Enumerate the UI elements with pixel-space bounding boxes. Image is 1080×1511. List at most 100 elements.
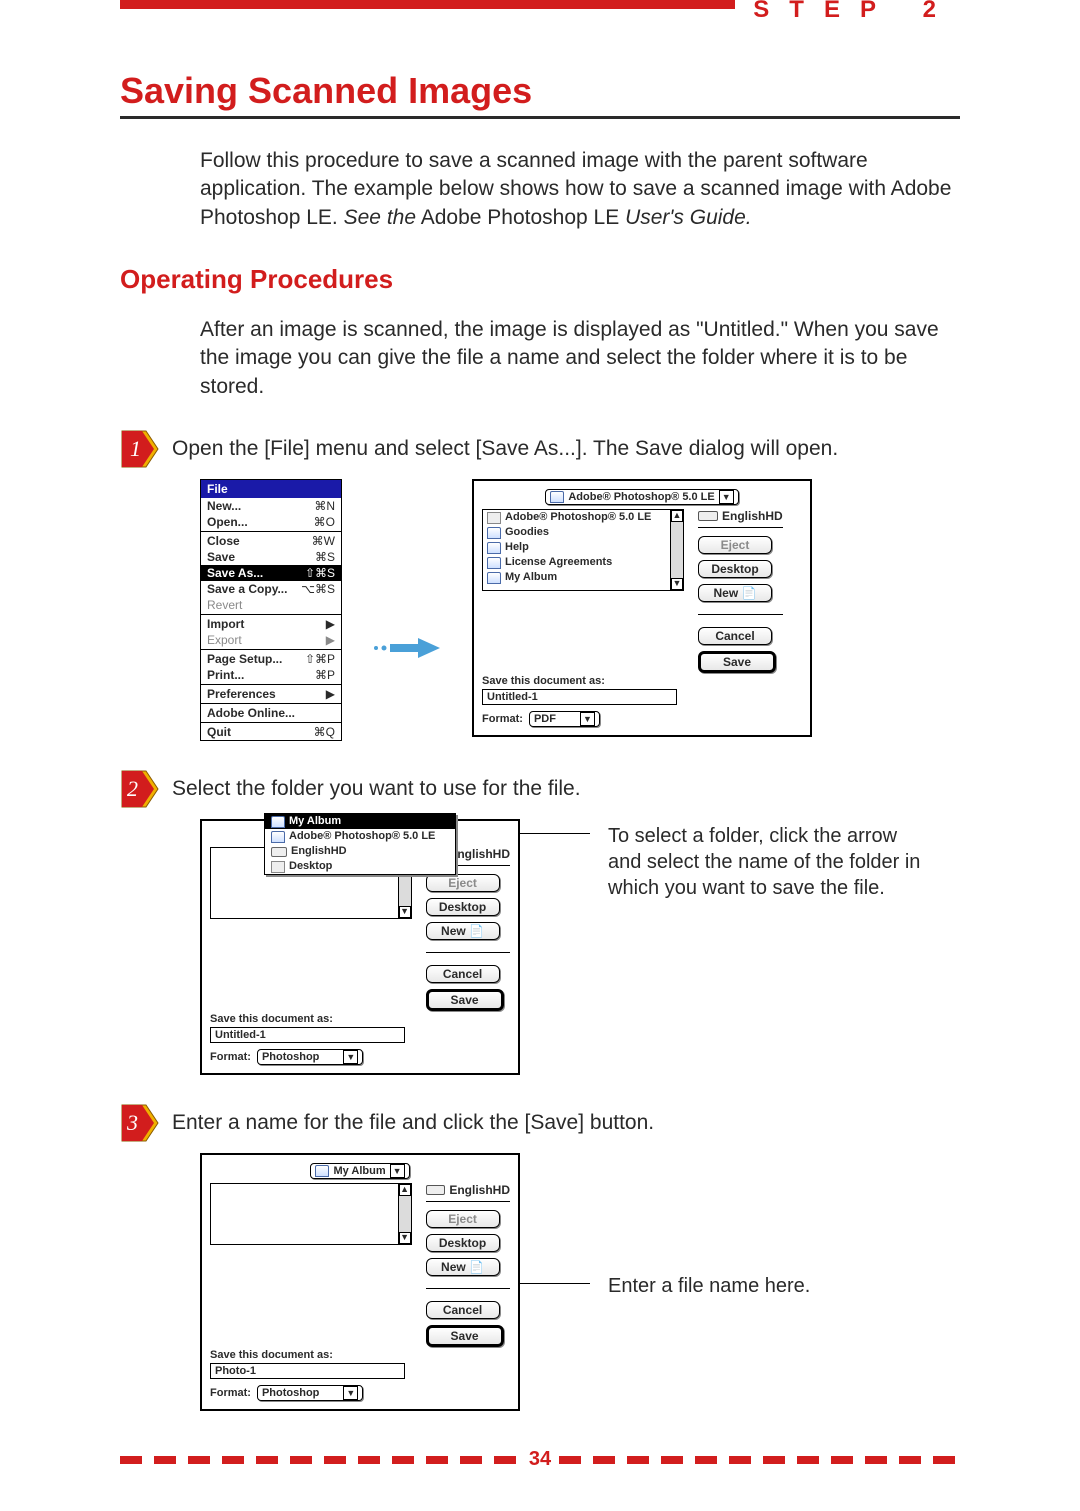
save-as-label: Save this document as: (210, 1013, 510, 1025)
file-menu[interactable]: File New...⌘NOpen...⌘OClose⌘WSave⌘SSave … (200, 479, 342, 741)
save-button[interactable]: Save (426, 1325, 504, 1347)
callout-folder: To select a folder, click the arrow and … (608, 823, 928, 901)
scroll-down-icon[interactable]: ▼ (671, 578, 683, 590)
menu-item[interactable]: Save As...⇧⌘S (201, 565, 341, 581)
folder-icon (487, 557, 501, 569)
folder-icon (487, 572, 501, 584)
list-item[interactable]: Help (483, 540, 683, 555)
page-title: Saving Scanned Images (120, 70, 960, 112)
intro-text: Follow this procedure to save a scanned … (200, 147, 960, 232)
folder-icon (487, 542, 501, 554)
menu-item[interactable]: Revert (201, 597, 341, 613)
save-dialog-2: . My AlbumAdobe® Photoshop® 5.0 LEEnglis… (200, 819, 520, 1075)
section-body: After an image is scanned, the image is … (200, 316, 960, 401)
step-text-2: Select the folder you want to use for th… (172, 769, 581, 803)
new-button[interactable]: New 📄 (698, 584, 772, 602)
filename-field[interactable]: Untitled-1 (482, 689, 677, 705)
new-button[interactable]: New 📄 (426, 922, 500, 940)
format-selector[interactable]: PDF▼ (529, 711, 600, 727)
arrow-icon (372, 636, 442, 665)
menu-item[interactable]: Export▶ (201, 632, 341, 648)
desktop-button[interactable]: Desktop (426, 1234, 500, 1252)
step-badge-3: 3 (120, 1103, 160, 1143)
eject-button[interactable]: Eject (426, 1210, 500, 1228)
filename-field[interactable]: Photo-1 (210, 1363, 405, 1379)
cancel-button[interactable]: Cancel (698, 627, 772, 645)
menu-item[interactable]: Page Setup...⇧⌘P (201, 651, 341, 667)
chevron-down-icon: ▼ (343, 1386, 358, 1400)
save-as-label: Save this document as: (210, 1349, 510, 1361)
save-button[interactable]: Save (426, 989, 504, 1011)
new-folder-icon: 📄 (469, 1260, 484, 1274)
chevron-down-icon: ▼ (580, 712, 595, 726)
desktop-button[interactable]: Desktop (698, 560, 772, 578)
menu-item[interactable]: Print...⌘P (201, 667, 341, 683)
chevron-down-icon: ▼ (343, 1050, 358, 1064)
folder-icon (550, 491, 564, 503)
app-icon (487, 512, 501, 524)
filename-field[interactable]: Untitled-1 (210, 1027, 405, 1043)
new-folder-icon: 📄 (742, 586, 757, 600)
step-badge-2: 2 (120, 769, 160, 809)
file-list[interactable]: Adobe® Photoshop® 5.0 LEGoodiesHelpLicen… (482, 509, 684, 591)
scrollbar[interactable]: ▲▼ (398, 1184, 411, 1244)
format-label: Format: (210, 1387, 251, 1399)
popup-item[interactable]: Adobe® Photoshop® 5.0 LE (265, 829, 455, 844)
chevron-down-icon: ▼ (719, 490, 734, 504)
format-selector[interactable]: Photoshop▼ (257, 1385, 363, 1401)
menu-item[interactable]: Close⌘W (201, 533, 341, 549)
new-folder-icon: 📄 (469, 924, 484, 938)
chevron-down-icon: ▼ (390, 1164, 405, 1178)
folder-selector-label: My Album (333, 1165, 385, 1177)
save-dialog-3: My Album ▼ ▲▼ EnglishHD Eject Desktop Ne… (200, 1153, 520, 1411)
scroll-up-icon[interactable]: ▲ (399, 1184, 411, 1196)
menu-item[interactable]: Save a Copy...⌥⌘S (201, 581, 341, 597)
popup-item[interactable]: My Album (265, 814, 455, 829)
menu-item[interactable]: Quit⌘Q (201, 724, 341, 740)
list-item[interactable]: Goodies (483, 525, 683, 540)
disk-label: EnglishHD (698, 509, 783, 528)
folder-selector[interactable]: My Album ▼ (310, 1163, 409, 1179)
folder-icon (315, 1165, 329, 1177)
folder-icon (271, 831, 285, 843)
folder-selector[interactable]: Adobe® Photoshop® 5.0 LE ▼ (545, 489, 738, 505)
eject-button[interactable]: Eject (698, 536, 772, 554)
list-item[interactable]: My Album (483, 570, 683, 585)
menu-item[interactable]: Save⌘S (201, 549, 341, 565)
desktop-button[interactable]: Desktop (426, 898, 500, 916)
save-dialog-1: Adobe® Photoshop® 5.0 LE ▼ Adobe® Photos… (472, 479, 812, 737)
menu-item[interactable]: Adobe Online... (201, 705, 341, 721)
svg-text:1: 1 (130, 436, 141, 461)
new-button[interactable]: New 📄 (426, 1258, 500, 1276)
folder-popup[interactable]: My AlbumAdobe® Photoshop® 5.0 LEEnglishH… (264, 813, 456, 875)
scroll-up-icon[interactable]: ▲ (671, 510, 683, 522)
scroll-down-icon[interactable]: ▼ (399, 1232, 411, 1244)
disk-icon (426, 1185, 446, 1195)
menu-item[interactable]: Open...⌘O (201, 514, 341, 530)
disk-icon (698, 511, 718, 521)
save-as-label: Save this document as: (482, 675, 802, 687)
menu-item[interactable]: Preferences▶ (201, 686, 341, 702)
save-button[interactable]: Save (698, 651, 776, 673)
disk-label: EnglishHD (426, 1183, 510, 1202)
format-selector[interactable]: Photoshop▼ (257, 1049, 363, 1065)
file-list[interactable]: ▲▼ (210, 1183, 412, 1245)
step-label: STEP 2 (735, 0, 960, 24)
popup-item[interactable]: EnglishHD (265, 844, 455, 859)
step-text-1: Open the [File] menu and select [Save As… (172, 429, 838, 463)
format-label: Format: (210, 1051, 251, 1063)
section-heading: Operating Procedures (120, 264, 960, 295)
cancel-button[interactable]: Cancel (426, 965, 500, 983)
folder-icon (487, 527, 501, 539)
svg-text:3: 3 (126, 1110, 138, 1135)
cancel-button[interactable]: Cancel (426, 1301, 500, 1319)
list-item[interactable]: License Agreements (483, 555, 683, 570)
scroll-down-icon[interactable]: ▼ (399, 906, 411, 918)
scrollbar[interactable]: ▲▼ (670, 510, 683, 590)
list-item[interactable]: Adobe® Photoshop® 5.0 LE (483, 510, 683, 525)
popup-item[interactable]: Desktop (265, 859, 455, 874)
menu-item[interactable]: Import▶ (201, 616, 341, 632)
desk-icon (271, 861, 285, 873)
eject-button[interactable]: Eject (426, 874, 500, 892)
menu-item[interactable]: New...⌘N (201, 498, 341, 514)
